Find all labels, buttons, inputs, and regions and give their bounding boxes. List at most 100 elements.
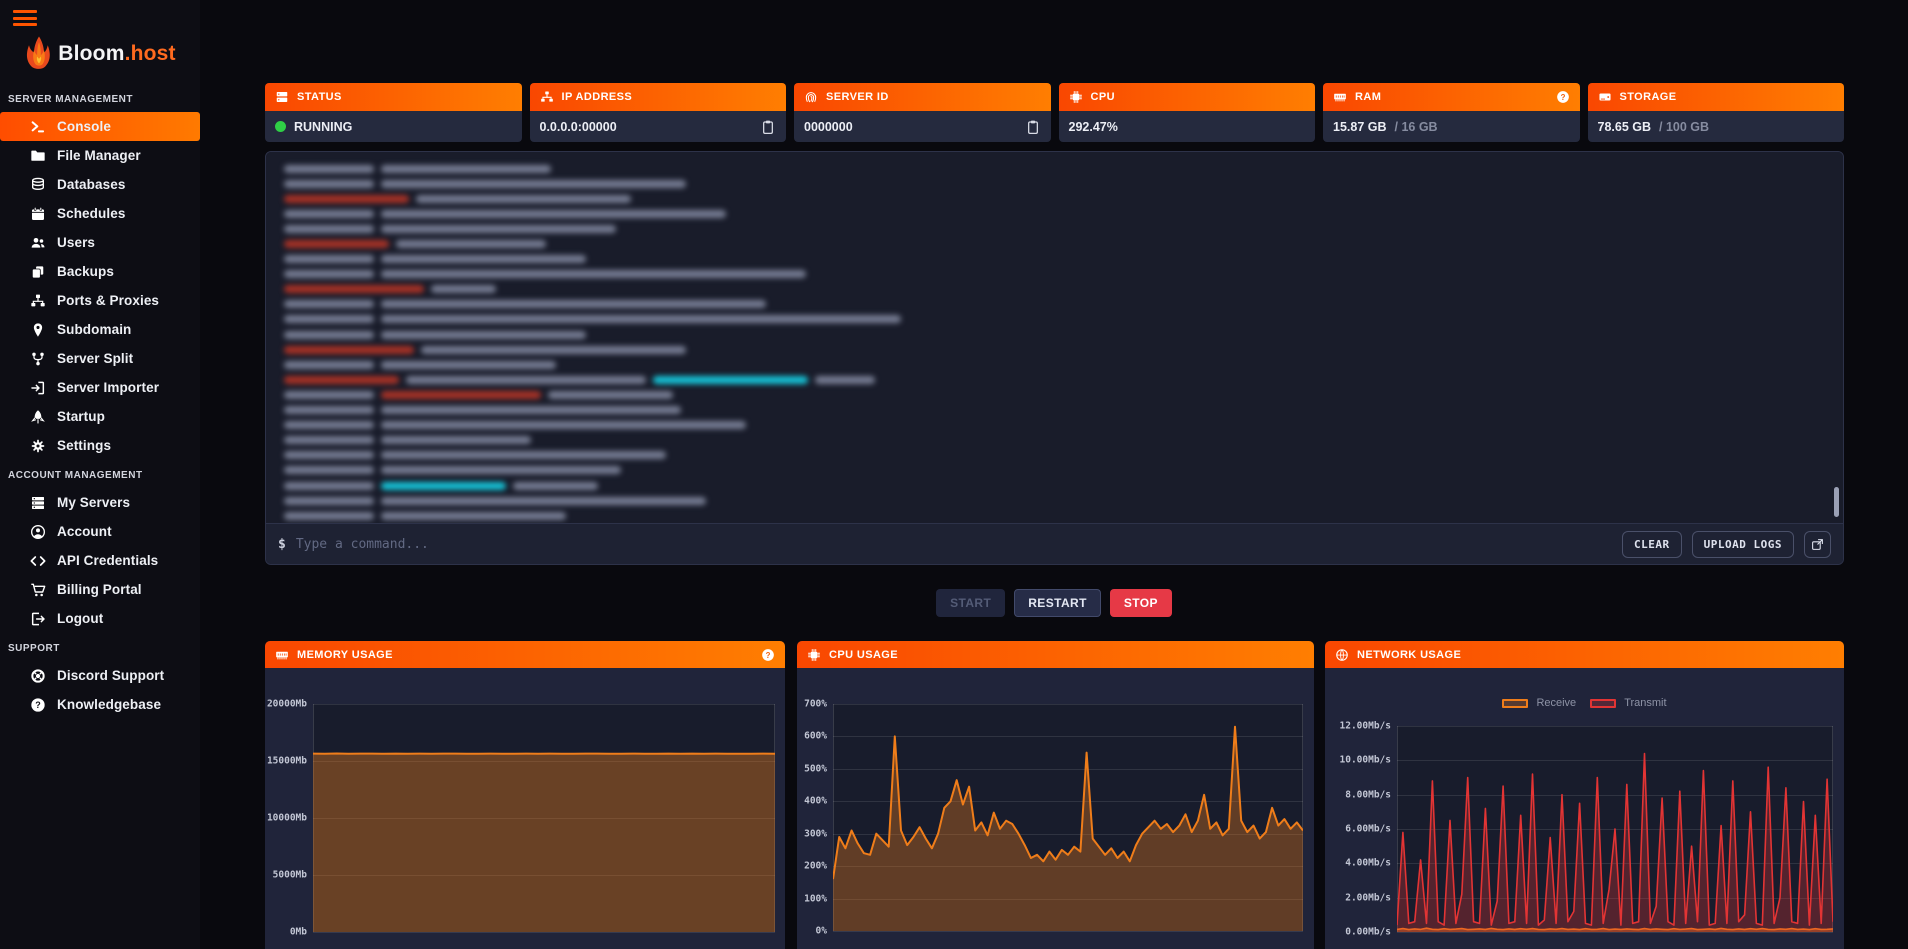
- sidebar-item-backups[interactable]: Backups: [0, 257, 200, 286]
- chart-svg-network-usage: [1397, 726, 1833, 932]
- brand-logo[interactable]: Bloom.host: [0, 32, 200, 76]
- y-tick-label: 4.00Mb/s: [1345, 858, 1391, 869]
- sidebar-item-label: Backups: [57, 264, 114, 279]
- users-icon: [30, 235, 46, 251]
- y-tick-label: 200%: [804, 861, 827, 872]
- legend-swatch: [1590, 699, 1616, 708]
- log-line: [284, 161, 901, 176]
- app-root: Bloom.host SERVER MANAGEMENTConsoleFile …: [0, 0, 1908, 949]
- sidebar-item-label: Discord Support: [57, 668, 164, 683]
- globe-icon: [1335, 648, 1349, 662]
- card-body: 15.87 GB / 16 GB: [1323, 111, 1580, 142]
- hamburger-menu-icon[interactable]: [13, 10, 37, 29]
- log-line: [284, 221, 901, 236]
- card-header: STATUS: [265, 83, 522, 111]
- sitemap-icon: [30, 293, 46, 309]
- command-prompt: $: [278, 537, 286, 552]
- servers-icon: [30, 495, 46, 511]
- log-line: [284, 267, 901, 282]
- sidebar-item-users[interactable]: Users: [0, 228, 200, 257]
- chart-area: 700%600%500%400%300%200%100%0%: [797, 668, 1314, 949]
- chart-area: 20000Mb15000Mb10000Mb5000Mb0Mb: [265, 668, 785, 949]
- chip-icon: [807, 648, 821, 662]
- sidebar-item-label: Settings: [57, 438, 111, 453]
- card-header: SERVER ID: [794, 83, 1051, 111]
- calendar-icon: [30, 206, 46, 222]
- card-ip-address: IP ADDRESS0.0.0.0:00000: [530, 83, 787, 142]
- sidebar-item-label: Users: [57, 235, 95, 250]
- console-log-area[interactable]: [266, 152, 1843, 525]
- sidebar-item-label: Knowledgebase: [57, 697, 161, 712]
- sidebar-item-account[interactable]: Account: [0, 517, 200, 546]
- legend-label: Receive: [1536, 697, 1576, 709]
- y-tick-label: 700%: [804, 699, 827, 710]
- sidebar-item-logout[interactable]: Logout: [0, 604, 200, 633]
- log-line: [284, 372, 901, 387]
- question-circle-icon: ?: [1556, 90, 1570, 104]
- clipboard-icon: [760, 119, 776, 135]
- log-line: [284, 448, 901, 463]
- console-scrollbar-thumb[interactable]: [1834, 487, 1839, 517]
- console-log-lines-blurred: [284, 161, 901, 523]
- sidebar-item-console[interactable]: Console: [0, 112, 200, 141]
- log-line: [284, 493, 901, 508]
- clear-button[interactable]: CLEAR: [1622, 531, 1682, 558]
- command-input[interactable]: [296, 537, 1612, 552]
- panel-title: NETWORK USAGE: [1357, 649, 1461, 661]
- card-value: 15.87 GB: [1333, 120, 1387, 134]
- upload-logs-button[interactable]: UPLOAD LOGS: [1692, 531, 1794, 558]
- power-buttons-row: START RESTART STOP: [200, 589, 1908, 617]
- panel-header: MEMORY USAGE?: [265, 641, 785, 668]
- flame-icon: [24, 35, 54, 73]
- legend-swatch: [1502, 699, 1528, 708]
- log-line: [284, 297, 901, 312]
- log-line: [284, 403, 901, 418]
- sidebar-item-label: Server Split: [57, 351, 133, 366]
- storage-icon: [1598, 90, 1612, 104]
- card-title: STATUS: [297, 91, 342, 103]
- stop-button[interactable]: STOP: [1110, 589, 1172, 617]
- clipboard-icon: [1025, 119, 1041, 135]
- sidebar-item-my-servers[interactable]: My Servers: [0, 488, 200, 517]
- card-title: STORAGE: [1620, 91, 1677, 103]
- sidebar-item-file-manager[interactable]: File Manager: [0, 141, 200, 170]
- server-icon: [275, 90, 289, 104]
- sidebar-item-server-importer[interactable]: Server Importer: [0, 373, 200, 402]
- sidebar-item-schedules[interactable]: Schedules: [0, 199, 200, 228]
- sidebar-item-subdomain[interactable]: Subdomain: [0, 315, 200, 344]
- sidebar-item-label: Subdomain: [57, 322, 131, 337]
- sidebar-item-label: Schedules: [57, 206, 125, 221]
- sidebar-item-discord-support[interactable]: Discord Support: [0, 661, 200, 690]
- copy-icon[interactable]: [1025, 119, 1041, 135]
- y-tick-label: 500%: [804, 763, 827, 774]
- sidebar-item-server-split[interactable]: Server Split: [0, 344, 200, 373]
- copy-icon: [30, 264, 46, 280]
- restart-button[interactable]: RESTART: [1014, 589, 1101, 617]
- expand-console-icon[interactable]: [1804, 531, 1831, 558]
- copy-icon[interactable]: [760, 119, 776, 135]
- sidebar-item-billing-portal[interactable]: Billing Portal: [0, 575, 200, 604]
- database-icon: [30, 177, 46, 193]
- sidebar-item-settings[interactable]: Settings: [0, 431, 200, 460]
- card-value: RUNNING: [294, 120, 352, 134]
- sidebar-item-startup[interactable]: Startup: [0, 402, 200, 431]
- sidebar-item-databases[interactable]: Databases: [0, 170, 200, 199]
- card-status: STATUS RUNNING: [265, 83, 522, 142]
- panel-header: NETWORK USAGE: [1325, 641, 1844, 668]
- sidebar-item-label: Server Importer: [57, 380, 159, 395]
- start-button[interactable]: START: [936, 589, 1005, 617]
- card-header: RAM?: [1323, 83, 1580, 111]
- panel-header: CPU USAGE: [797, 641, 1314, 668]
- cpu-usage-panel: CPU USAGE700%600%500%400%300%200%100%0%: [797, 641, 1314, 949]
- terminal-icon: [30, 119, 46, 135]
- help-icon[interactable]: ?: [761, 648, 775, 662]
- section-label-support: SUPPORT: [0, 633, 200, 661]
- help-icon[interactable]: ?: [1556, 90, 1570, 104]
- sidebar-item-knowledgebase[interactable]: ?Knowledgebase: [0, 690, 200, 719]
- user-circle-icon: [30, 524, 46, 540]
- sidebar-item-ports-proxies[interactable]: Ports & Proxies: [0, 286, 200, 315]
- log-line: [284, 282, 901, 297]
- section-label-server-management: SERVER MANAGEMENT: [0, 84, 200, 112]
- sidebar-item-api-credentials[interactable]: API Credentials: [0, 546, 200, 575]
- card-title: IP ADDRESS: [562, 91, 633, 103]
